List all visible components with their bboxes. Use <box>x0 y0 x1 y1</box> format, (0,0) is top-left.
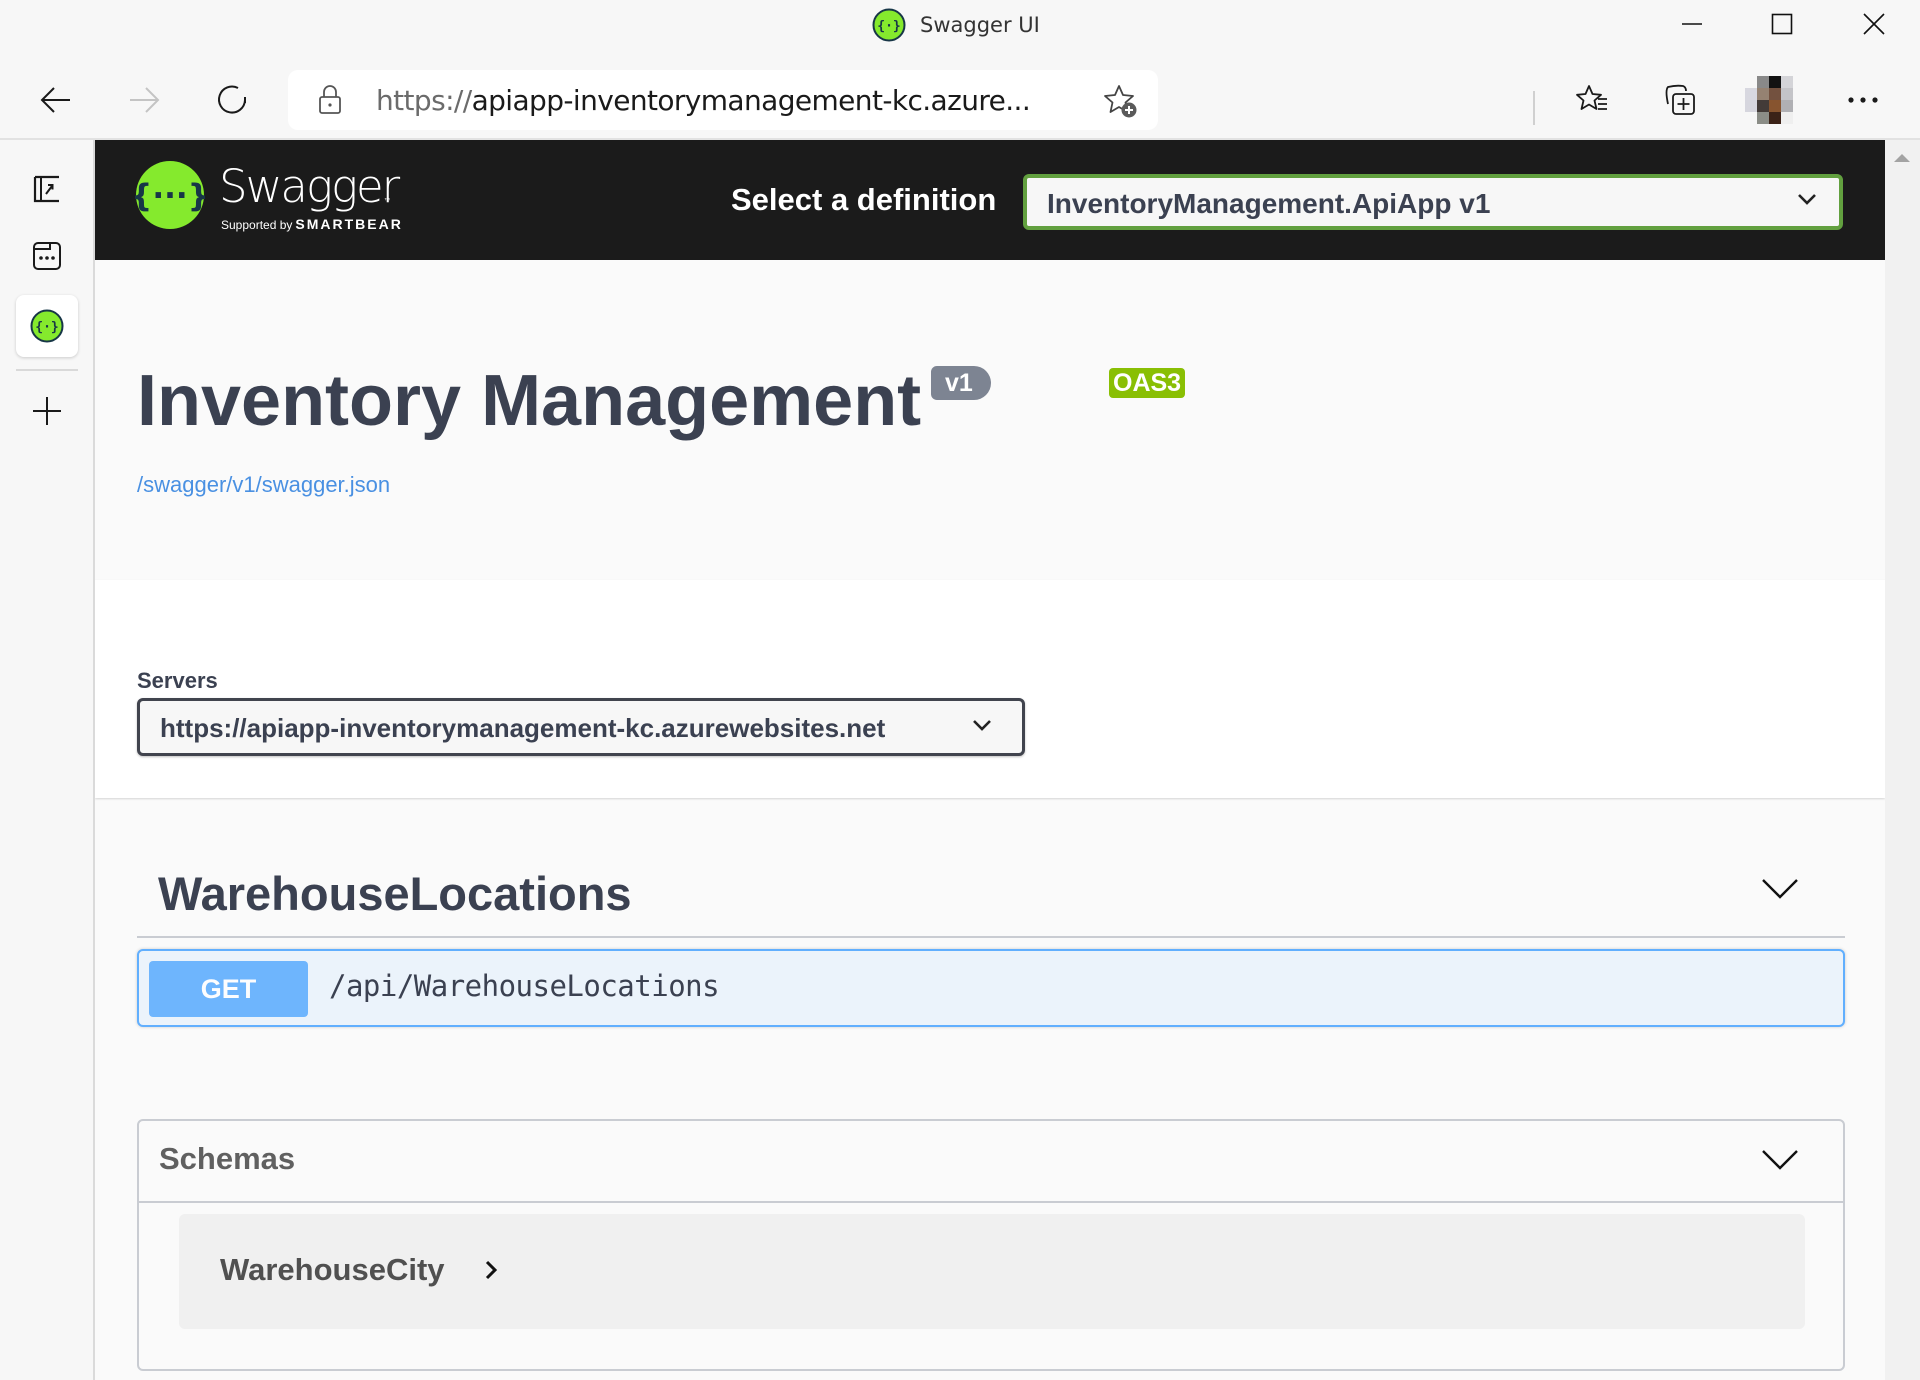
window-title: {·} Swagger UI <box>872 8 1040 42</box>
swagger-page: {···} Swagger ™ Supported bySMARTBEAR Se… <box>95 140 1885 1380</box>
page-scrollbar[interactable] <box>1885 140 1920 1380</box>
address-url-scheme: https:// <box>376 84 472 117</box>
minimize-button[interactable] <box>1646 0 1738 48</box>
tag-warehouse-locations[interactable]: WarehouseLocations <box>137 848 1845 938</box>
swagger-logo[interactable]: {···} Swagger ™ Supported bySMARTBEAR <box>135 160 439 240</box>
collections-button[interactable] <box>1652 72 1708 128</box>
swagger-favicon-icon: {·} <box>872 8 906 42</box>
forward-button[interactable] <box>116 72 172 128</box>
logo-wordmark: Swagger <box>219 160 400 213</box>
favorites-icon <box>1576 85 1607 110</box>
address-bar[interactable]: https://apiapp-inventorymanagement-kc.az… <box>288 70 1158 130</box>
app-window-icon <box>33 242 61 270</box>
refresh-icon <box>218 85 246 114</box>
close-icon <box>1863 13 1885 35</box>
model-name: WarehouseCity <box>220 1252 445 1287</box>
servers-select-value: https://apiapp-inventorymanagement-kc.az… <box>160 713 886 743</box>
definition-select-value: InventoryManagement.ApiApp v1 <box>1047 188 1491 219</box>
scroll-up-arrow-icon[interactable] <box>1894 154 1910 162</box>
more-icon <box>1848 97 1878 103</box>
version-badge: v1 <box>931 366 991 400</box>
maximize-icon <box>1771 13 1793 35</box>
close-window-button[interactable] <box>1828 0 1920 48</box>
spec-json-link[interactable]: /swagger/v1/swagger.json <box>137 472 390 498</box>
add-favorite-icon[interactable] <box>1102 82 1140 120</box>
window-title-bar: {·} Swagger UI <box>0 0 1920 58</box>
toolbar-separator <box>1533 91 1535 125</box>
favorites-button[interactable] <box>1564 72 1620 128</box>
browser-sidebar: {·} <box>0 140 95 1380</box>
lock-icon[interactable] <box>318 84 342 116</box>
plus-icon <box>33 397 61 425</box>
schemas-section: Schemas WarehouseCity <box>137 1119 1845 1371</box>
svg-text:{·}: {·} <box>877 19 900 34</box>
supported-by-text: Supported by <box>221 218 293 232</box>
back-arrow-icon <box>40 87 70 113</box>
chevron-down-icon[interactable] <box>1761 1149 1799 1171</box>
swagger-topbar: {···} Swagger ™ Supported bySMARTBEAR Se… <box>95 140 1885 260</box>
profile-avatar <box>1745 76 1793 124</box>
address-url[interactable]: https://apiapp-inventorymanagement-kc.az… <box>376 84 1031 117</box>
swagger-icon: {·} <box>30 309 64 343</box>
chevron-down-icon <box>1798 194 1816 205</box>
profile-button[interactable] <box>1742 72 1798 128</box>
collections-icon <box>1665 84 1695 115</box>
web-capture-button[interactable] <box>16 225 78 287</box>
model-warehouse-city[interactable]: WarehouseCity <box>179 1214 1805 1329</box>
http-method-badge: GET <box>149 961 308 1017</box>
maximize-button[interactable] <box>1736 0 1828 48</box>
operation-path: /api/WarehouseLocations <box>329 969 720 1003</box>
definition-select[interactable]: InventoryManagement.ApiApp v1 <box>1023 174 1843 230</box>
chevron-down-icon <box>973 720 991 731</box>
swagger-sidebar-app[interactable]: {·} <box>16 295 78 357</box>
tag-title: WarehouseLocations <box>158 867 632 920</box>
operation-get-warehouse-locations[interactable]: GET /api/WarehouseLocations <box>137 949 1845 1027</box>
smartbear-brand: SMARTBEAR <box>295 216 403 232</box>
schemas-title: Schemas <box>159 1141 296 1176</box>
refresh-button[interactable] <box>204 72 260 128</box>
forward-arrow-icon <box>130 87 160 113</box>
address-url-host: apiapp-inventorymanagement-kc.azure... <box>471 84 1031 117</box>
servers-section: Servers https://apiapp-inventorymanageme… <box>95 580 1885 798</box>
window-title-text: Swagger UI <box>920 13 1040 37</box>
browser-toolbar: https://apiapp-inventorymanagement-kc.az… <box>0 58 1920 140</box>
settings-more-button[interactable] <box>1835 72 1891 128</box>
svg-text:{···}: {···} <box>135 178 205 214</box>
oas-badge: OAS3 <box>1109 368 1186 398</box>
api-title: Inventory Management <box>137 361 922 441</box>
tab-actions-icon <box>33 175 59 203</box>
chevron-down-icon[interactable] <box>1761 878 1799 900</box>
swagger-logo-icon: {···} <box>135 161 205 229</box>
servers-label: Servers <box>137 668 218 693</box>
select-definition-label: Select a definition <box>731 182 997 217</box>
schemas-header[interactable]: Schemas <box>139 1121 1843 1203</box>
sidebar-divider <box>16 369 78 371</box>
logo-trademark: ™ <box>384 198 390 204</box>
add-sidebar-app-button[interactable] <box>16 380 78 442</box>
api-info: Inventory Management v1 OAS3 /swagger/v1… <box>95 260 1885 580</box>
logo-supported-by: Supported by SMARTBEAR <box>221 216 403 232</box>
tab-actions-button[interactable] <box>16 158 78 220</box>
minimize-icon <box>1682 23 1702 25</box>
back-button[interactable] <box>28 72 84 128</box>
servers-select[interactable]: https://apiapp-inventorymanagement-kc.az… <box>137 698 1025 756</box>
svg-text:{·}: {·} <box>35 320 58 335</box>
chevron-right-icon[interactable] <box>484 1260 498 1280</box>
